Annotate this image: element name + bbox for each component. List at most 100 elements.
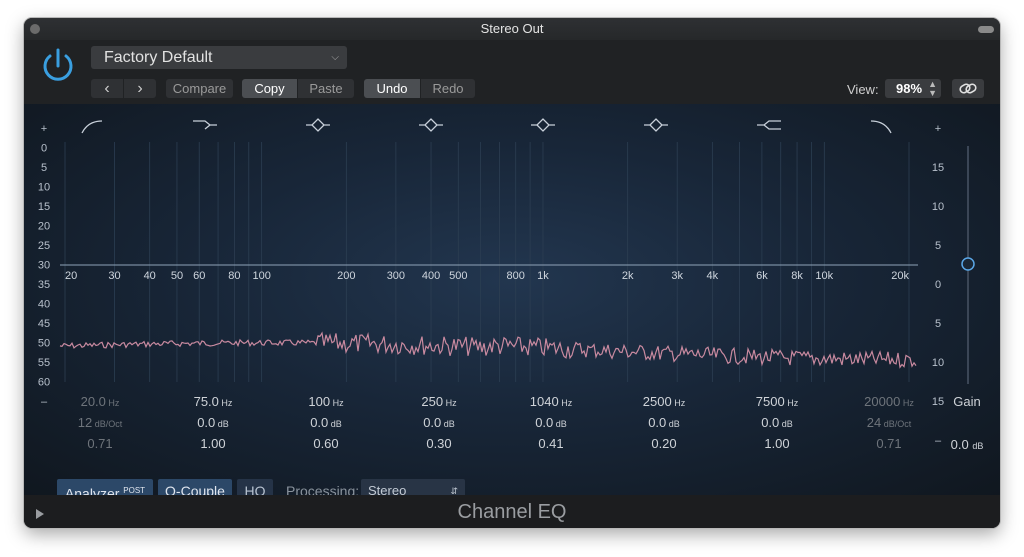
bell-icon[interactable] (419, 118, 443, 132)
band-q-value: 1.00 (764, 436, 790, 451)
band-frequency-value: 20.0 (80, 394, 106, 409)
band-gain[interactable]: 0.0 dB (163, 415, 263, 430)
band-frequency-value: 1040 (529, 394, 559, 409)
db-tick-label: – (41, 396, 48, 408)
gain-value[interactable]: 0.0 dB (917, 437, 1000, 452)
link-button[interactable] (952, 79, 984, 98)
chevron-down-icon: ⌵ (331, 52, 339, 63)
band-frequency-value: 75.0 (193, 394, 219, 409)
analyzer-post-badge: POST (123, 486, 146, 495)
band-gain-value: 0.0 (648, 415, 667, 430)
band-gain-value: 0.0 (310, 415, 329, 430)
band-frequency-value: 2500 (642, 394, 672, 409)
db-tick-label: 40 (38, 299, 50, 311)
power-icon[interactable] (38, 46, 78, 86)
band-q[interactable]: 0.71 (50, 436, 150, 451)
db-tick-label: 15 (38, 201, 50, 213)
band-gain[interactable]: 0.0 dB (614, 415, 714, 430)
band-q[interactable]: 1.00 (163, 436, 263, 451)
band-gain-unit: dB (553, 419, 567, 429)
band-gain-value: 0.0 (197, 415, 216, 430)
band-frequency-unit: Hz (671, 398, 686, 408)
bell-icon[interactable] (644, 118, 668, 132)
gain-unit: dB (972, 441, 984, 451)
band-frequency[interactable]: 7500 Hz (727, 394, 827, 409)
freq-tick-label: 4k (707, 270, 719, 282)
high-shelf-icon[interactable] (757, 120, 781, 130)
band-gain[interactable]: 0.0 dB (727, 415, 827, 430)
freq-tick-label: 8k (791, 270, 803, 282)
band-q[interactable]: 1.00 (727, 436, 827, 451)
paste-button[interactable]: Paste (298, 79, 354, 98)
freq-tick-label: 30 (108, 270, 120, 282)
band-frequency-value: 250 (421, 394, 444, 409)
freq-tick-label: 500 (449, 270, 467, 282)
db-tick-label: 60 (38, 377, 50, 389)
band-gain-unit: dB (666, 419, 680, 429)
bell-icon[interactable] (531, 118, 555, 132)
band-frequency-value: 7500 (755, 394, 785, 409)
previous-preset-button[interactable]: ‹ (91, 79, 123, 98)
band-q[interactable]: 0.60 (276, 436, 376, 451)
freq-tick-label: 300 (387, 270, 405, 282)
next-preset-button[interactable]: › (124, 79, 156, 98)
plugin-window: Stereo Out Factory Default ⌵ ‹ › Compare… (24, 18, 1000, 528)
window-zoom-button[interactable] (978, 26, 994, 33)
band-q[interactable]: 0.20 (614, 436, 714, 451)
band-q[interactable]: 0.30 (389, 436, 489, 451)
gain-tick-label: 5 (935, 318, 941, 330)
band-gain[interactable]: 12 dB/Oct (50, 415, 150, 430)
band-gain[interactable]: 0.0 dB (389, 415, 489, 430)
band-gain[interactable]: 0.0 dB (276, 415, 376, 430)
gain-tick-label: 10 (932, 357, 944, 369)
band-gain[interactable]: 24 dB/Oct (839, 415, 939, 430)
frequency-grid (64, 142, 910, 382)
compare-button[interactable]: Compare (166, 79, 233, 98)
gain-slider-handle[interactable] (961, 257, 975, 271)
band-gain-unit: dB (441, 419, 455, 429)
freq-tick-label: 200 (337, 270, 355, 282)
band-frequency[interactable]: 100 Hz (276, 394, 376, 409)
band-frequency[interactable]: 250 Hz (389, 394, 489, 409)
band-gain-unit: dB/Oct (92, 419, 123, 429)
band-gain-value: 24 (866, 415, 882, 430)
band-gain-value: 0.0 (761, 415, 780, 430)
band-frequency[interactable]: 1040 Hz (501, 394, 601, 409)
eq-panel: +0 5 10 15 20 25 30 35 40 45 50 55 60– +15 10 5 0 5 10 15–… (24, 104, 1000, 503)
db-tick-label: 35 (38, 279, 50, 291)
freq-tick-label: 10k (815, 270, 833, 282)
band-icons (81, 118, 892, 134)
gain-number: 0.0 (950, 437, 969, 452)
band-q-value: 0.30 (426, 436, 452, 451)
freq-tick-label: 20 (65, 270, 77, 282)
window-title: Stereo Out (480, 21, 544, 36)
band-q[interactable]: 0.41 (501, 436, 601, 451)
freq-tick-label: 6k (756, 270, 768, 282)
band-frequency[interactable]: 2500 Hz (614, 394, 714, 409)
band-frequency[interactable]: 75.0 Hz (163, 394, 263, 409)
frequency-scale: 20 30 40 50 60 80 100 200 300 400 500 800 1k 2k 3k 4k 6k… (65, 270, 909, 282)
freq-tick-label: 400 (422, 270, 440, 282)
redo-button[interactable]: Redo (421, 79, 475, 98)
analyzer-trace (59, 331, 917, 369)
undo-button[interactable]: Undo (364, 79, 420, 98)
band-gain-unit: dB (328, 419, 342, 429)
gain-tick-label: 0 (935, 279, 941, 291)
bell-icon[interactable] (306, 118, 330, 132)
low-cut-icon[interactable] (81, 120, 103, 134)
preset-menu[interactable]: Factory Default ⌵ (91, 46, 347, 69)
freq-tick-label: 20k (891, 270, 909, 282)
db-tick-label: 30 (38, 260, 50, 272)
band-gain[interactable]: 0.0 dB (501, 415, 601, 430)
gain-tick-label: + (935, 123, 941, 135)
low-shelf-icon[interactable] (193, 120, 217, 130)
title-bar[interactable]: Stereo Out (24, 18, 1000, 41)
band-frequency[interactable]: 20.0 Hz (50, 394, 150, 409)
plugin-name: Channel EQ (457, 501, 567, 523)
view-zoom-select[interactable]: 98% ▲ ▼ (885, 79, 941, 98)
freq-tick-label: 60 (193, 270, 205, 282)
high-cut-icon[interactable] (870, 120, 892, 134)
copy-button[interactable]: Copy (242, 79, 297, 98)
analyzer-db-scale: +0 5 10 15 20 25 30 35 40 45 50 55 60 – (38, 123, 50, 408)
band-q-value: 1.00 (200, 436, 226, 451)
